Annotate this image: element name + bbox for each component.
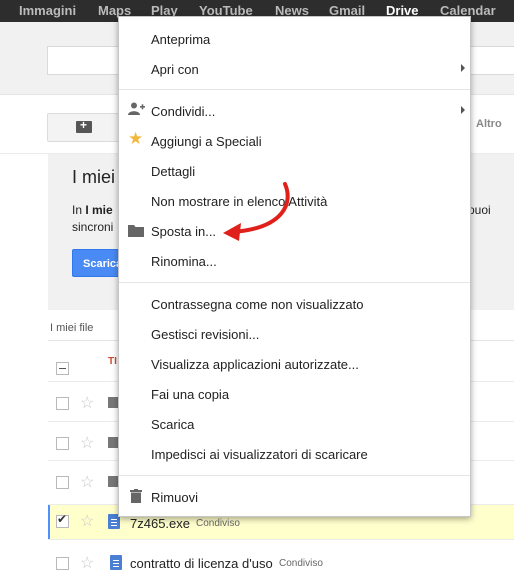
row-checkbox[interactable] [56,437,69,450]
selection-indicator [48,505,50,539]
nav-link-immagini[interactable]: Immagini [19,3,76,18]
star-icon[interactable]: ☆ [80,472,94,492]
new-folder-button[interactable] [47,113,119,142]
submenu-arrow-icon [461,106,465,114]
star-icon[interactable]: ☆ [80,433,94,453]
document-icon [110,555,122,570]
my-files-label: I miei file [50,322,94,334]
star-icon: ★ [128,129,144,148]
new-folder-icon [76,118,92,133]
submenu-arrow-icon [461,64,465,72]
promo-title: I miei [72,167,116,187]
menu-separator [119,282,470,283]
row-checkbox[interactable] [56,476,69,489]
checkmark-icon: ✔ [57,512,68,526]
menu-item-condividi[interactable]: Condividi... [151,104,215,119]
promo-text-line2: sincroni [72,220,114,234]
altro-menu-button[interactable]: Altro [476,118,502,130]
title-column-header[interactable]: TI [108,356,117,367]
row-checkbox-checked[interactable]: ✔ [56,512,69,528]
promo-text-right: puoi [468,203,491,217]
star-icon[interactable]: ☆ [80,553,94,573]
menu-item-visualizza-applicazioni[interactable]: Visualizza applicazioni autorizzate... [151,357,359,372]
indeterminate-mark [59,368,66,369]
menu-item-aggiungi-speciali[interactable]: Aggiungi a Speciali [151,134,262,149]
menu-item-anteprima[interactable]: Anteprima [151,32,210,47]
row-checkbox[interactable] [56,557,69,570]
trash-icon [130,489,142,503]
folder-icon [128,225,144,237]
shared-status: Condiviso [196,518,240,529]
file-name[interactable]: contratto di licenza d'uso [130,556,273,571]
menu-item-scarica[interactable]: Scarica [151,417,194,432]
menu-separator [119,475,470,476]
promo-text-line1: In I mie [72,203,113,217]
menu-item-sposta-in[interactable]: Sposta in... [151,224,216,239]
star-icon[interactable]: ☆ [80,511,94,531]
menu-item-gestisci-revisioni[interactable]: Gestisci revisioni... [151,327,259,342]
file-context-menu: Anteprima Apri con Condividi... ★ Aggiun… [118,16,471,517]
menu-item-impedisci-download[interactable]: Impedisci ai visualizzatori di scaricare [151,447,368,462]
select-all-checkbox[interactable] [56,362,69,375]
annotation-arrow [223,182,290,241]
menu-item-fai-una-copia[interactable]: Fai una copia [151,387,229,402]
shared-status: Condiviso [279,558,323,569]
menu-item-rimuovi[interactable]: Rimuovi [151,490,198,505]
file-name[interactable]: 7z465.exe [130,516,190,531]
menu-item-rinomina[interactable]: Rinomina... [151,254,217,269]
menu-item-apri-con[interactable]: Apri con [151,62,199,77]
menu-item-contrassegna-non-visualizzato[interactable]: Contrassegna come non visualizzato [151,297,363,312]
menu-separator [119,89,470,90]
row-checkbox[interactable] [56,397,69,410]
star-icon[interactable]: ☆ [80,393,94,413]
add-person-icon [128,102,145,115]
menu-item-dettagli[interactable]: Dettagli [151,164,195,179]
